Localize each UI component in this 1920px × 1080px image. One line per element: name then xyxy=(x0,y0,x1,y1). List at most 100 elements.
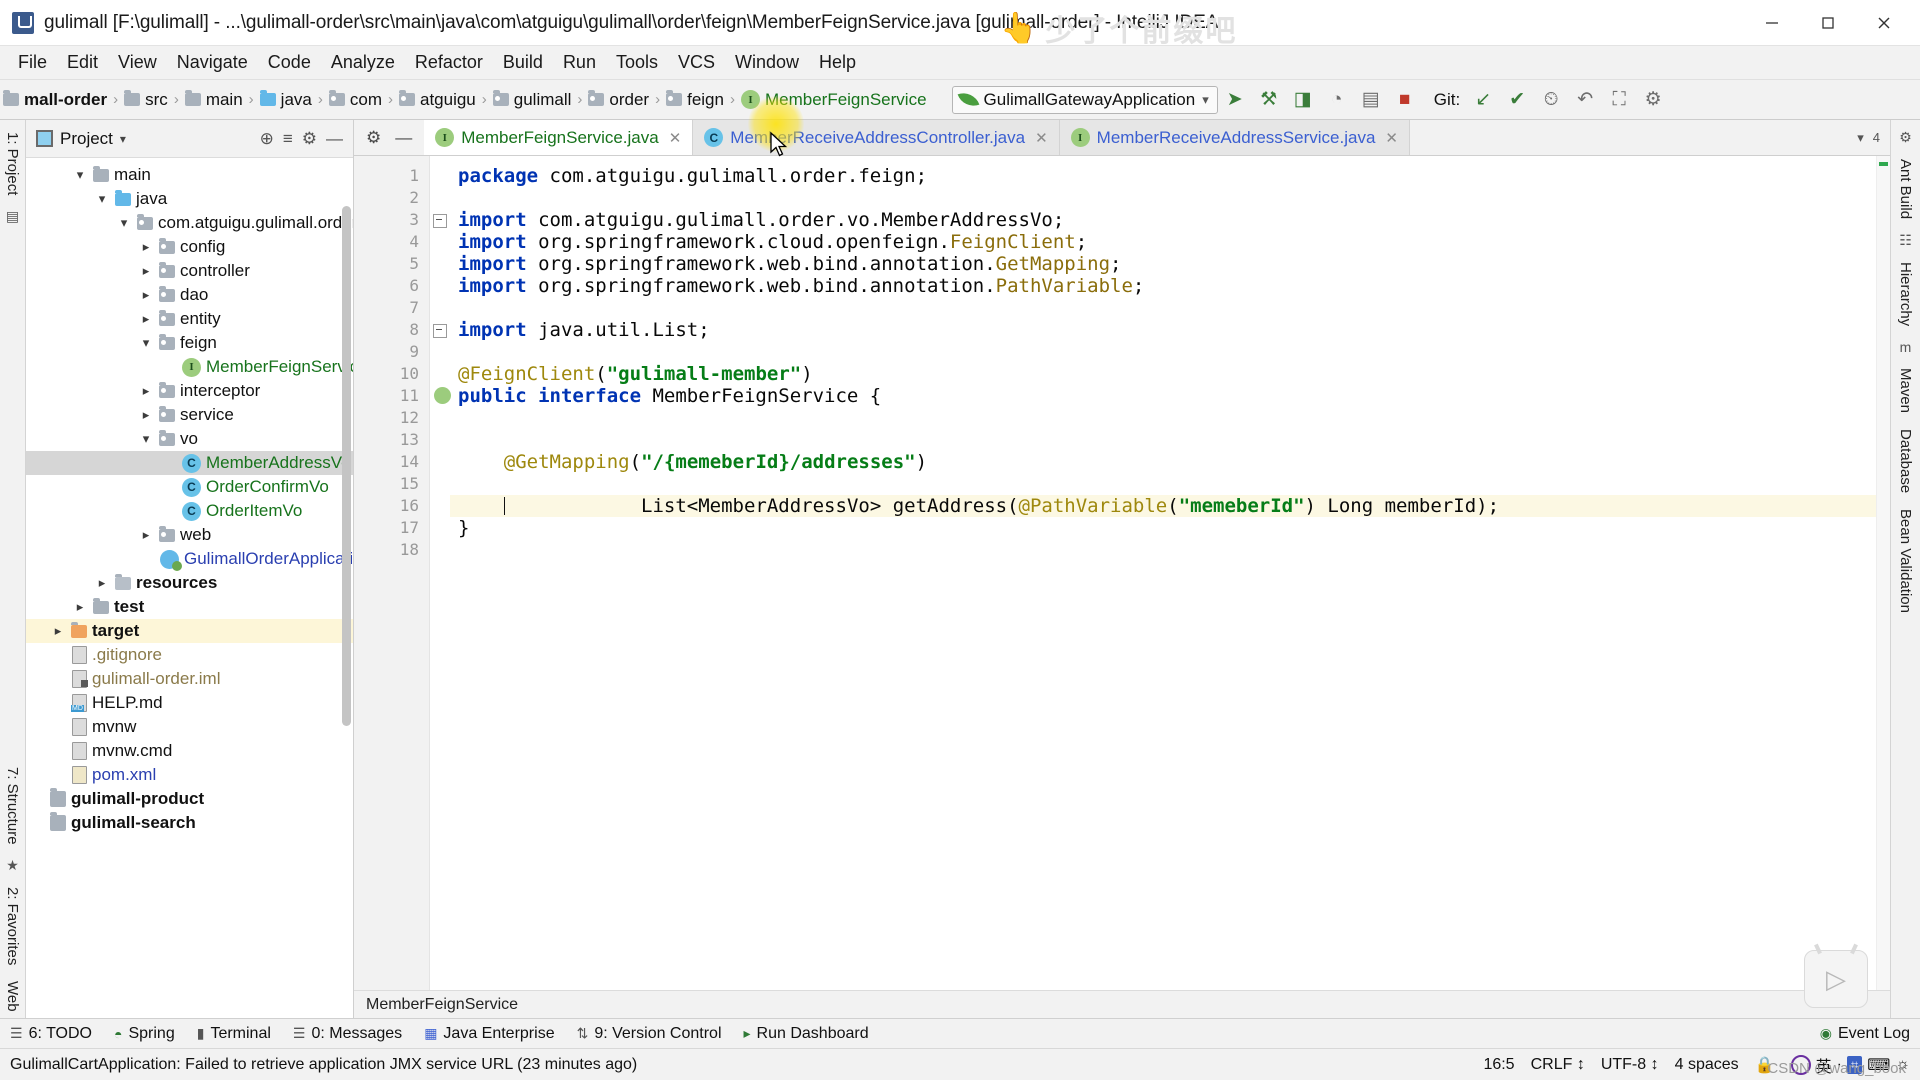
tree-node-entity[interactable]: entity xyxy=(26,307,353,331)
tree-node-interceptor[interactable]: interceptor xyxy=(26,379,353,403)
tree-node-feign[interactable]: feign xyxy=(26,331,353,355)
chevron-icon[interactable] xyxy=(138,527,154,543)
run-configuration-selector[interactable]: GulimallGatewayApplication ▾ xyxy=(951,85,1218,114)
rail-item-structure[interactable]: 7: Structure xyxy=(2,761,23,851)
interface-marker-icon[interactable] xyxy=(434,387,451,410)
rail-item-bean-validation[interactable]: Bean Validation xyxy=(1895,503,1916,619)
breadcrumb-item-class[interactable]: I MemberFeignService xyxy=(738,88,930,112)
history-button[interactable]: ⏲ xyxy=(1534,85,1568,115)
menu-file[interactable]: File xyxy=(8,49,57,76)
tree-node-mvnw[interactable]: mvnw xyxy=(26,715,353,739)
menu-window[interactable]: Window xyxy=(725,49,809,76)
tree-node-orderconfirmvo[interactable]: C OrderConfirmVo xyxy=(26,475,353,499)
status-message[interactable]: GulimallCartApplication: Failed to retri… xyxy=(10,1056,637,1074)
chevron-down-icon[interactable]: ▾ xyxy=(120,132,126,146)
tree-node-web[interactable]: web xyxy=(26,523,353,547)
search-everywhere-button[interactable]: ⛶ xyxy=(1602,85,1636,115)
menu-run[interactable]: Run xyxy=(553,49,606,76)
rollback-button[interactable]: ↶ xyxy=(1568,85,1602,115)
chevron-icon[interactable] xyxy=(94,191,110,207)
line-separator[interactable]: CRLF ↕ xyxy=(1531,1056,1585,1074)
breadcrumb-item-atguigu[interactable]: atguigu xyxy=(396,88,479,112)
chevron-icon[interactable] xyxy=(138,431,154,447)
commit-button[interactable]: ✔ xyxy=(1500,85,1534,115)
rail-item-hierarchy[interactable]: Hierarchy xyxy=(1895,256,1916,332)
tree-node-package-root[interactable]: com.atguigu.gulimall.order xyxy=(26,211,353,235)
project-tree-scrollbar[interactable] xyxy=(342,206,351,726)
caret-position[interactable]: 16:5 xyxy=(1483,1056,1514,1074)
breadcrumb-item-src[interactable]: src xyxy=(121,88,171,112)
tool-event-log[interactable]: ◉ Event Log xyxy=(1820,1025,1910,1043)
breadcrumb-item-order[interactable]: order xyxy=(585,88,652,112)
code-editor[interactable]: 1 2 3 4 5 6 7 8 9 10 11 12 13 14 15 16 1… xyxy=(354,156,1890,990)
settings-button[interactable]: ⚙ xyxy=(1636,85,1670,115)
rail-item-database[interactable]: Database xyxy=(1895,423,1916,499)
menu-view[interactable]: View xyxy=(108,49,167,76)
update-project-button[interactable]: ↙ xyxy=(1466,85,1500,115)
close-button[interactable] xyxy=(1856,1,1912,45)
menu-refactor[interactable]: Refactor xyxy=(405,49,493,76)
fold-region-imports[interactable] xyxy=(430,209,450,231)
chevron-down-icon[interactable]: ▾ xyxy=(1857,130,1864,146)
chevron-icon[interactable] xyxy=(72,167,88,183)
rail-item-maven[interactable]: Maven xyxy=(1895,362,1916,419)
close-icon[interactable]: ✕ xyxy=(669,129,682,147)
hide-editor-icon[interactable]: — xyxy=(395,128,412,148)
fold-region-list-import[interactable] xyxy=(430,319,450,341)
tree-node-config[interactable]: config xyxy=(26,235,353,259)
menu-tools[interactable]: Tools xyxy=(606,49,668,76)
menu-help[interactable]: Help xyxy=(809,49,866,76)
fold-gutter[interactable] xyxy=(430,156,450,990)
chevron-icon[interactable] xyxy=(138,335,154,351)
chevron-icon[interactable] xyxy=(138,383,154,399)
breadcrumb-item-gulimall[interactable]: gulimall xyxy=(490,88,575,112)
chevron-icon[interactable] xyxy=(138,287,154,303)
tree-node-vo[interactable]: vo xyxy=(26,427,353,451)
breadcrumb-item-feign[interactable]: feign xyxy=(663,88,727,112)
editor-tab-memberreceiveaddresscontroller[interactable]: C MemberReceiveAddressController.java ✕ xyxy=(693,120,1060,155)
tool-messages[interactable]: ☰ 0: Messages xyxy=(293,1025,402,1043)
rail-item-project[interactable]: 1: Project xyxy=(2,126,23,201)
rail-item-web[interactable]: Web xyxy=(2,975,23,1018)
breadcrumb-item-java[interactable]: java xyxy=(257,88,315,112)
menu-vcs[interactable]: VCS xyxy=(668,49,725,76)
tree-node-orderitemvo[interactable]: C OrderItemVo xyxy=(26,499,353,523)
tool-todo[interactable]: ☰ 6: TODO xyxy=(10,1025,92,1043)
chevron-icon[interactable] xyxy=(138,239,154,255)
breadcrumb-item-module[interactable]: mall-order xyxy=(0,88,110,112)
chevron-icon[interactable] xyxy=(116,215,132,231)
menu-analyze[interactable]: Analyze xyxy=(321,49,405,76)
tool-version-control[interactable]: ⇅ 9: Version Control xyxy=(577,1025,722,1043)
settings-gear-icon[interactable]: ⚙ xyxy=(366,128,381,148)
stop-button[interactable]: ■ xyxy=(1388,85,1422,115)
tree-node-gitignore[interactable]: .gitignore xyxy=(26,643,353,667)
rail-item-favorites[interactable]: 2: Favorites xyxy=(2,881,23,971)
editor-tab-memberfeignservice[interactable]: I MemberFeignService.java ✕ xyxy=(424,120,694,155)
tree-node-gulimallorderapplication[interactable]: GulimallOrderApplication xyxy=(26,547,353,571)
tree-node-iml[interactable]: gulimall-order.iml xyxy=(26,667,353,691)
select-opened-file-icon[interactable]: ⊕ xyxy=(260,129,274,149)
tree-node-gulimall-product[interactable]: gulimall-product xyxy=(26,787,353,811)
chevron-icon[interactable] xyxy=(138,311,154,327)
menu-navigate[interactable]: Navigate xyxy=(167,49,258,76)
close-icon[interactable]: ✕ xyxy=(1035,129,1048,147)
tree-node-target[interactable]: target xyxy=(26,619,353,643)
indent-setting[interactable]: 4 spaces xyxy=(1675,1056,1739,1074)
collapse-all-icon[interactable]: ≡ xyxy=(283,129,293,149)
code-text[interactable]: package com.atguigu.gulimall.order.feign… xyxy=(450,156,1876,990)
run-with-coverage-button[interactable]: ◨ xyxy=(1286,85,1320,115)
run-button[interactable]: ➤ xyxy=(1218,85,1252,115)
chevron-down-icon[interactable]: ▾ xyxy=(1202,92,1209,108)
menu-code[interactable]: Code xyxy=(258,49,321,76)
tree-node-test[interactable]: test xyxy=(26,595,353,619)
debug-button[interactable]: ⚒ xyxy=(1252,85,1286,115)
tree-node-dao[interactable]: dao xyxy=(26,283,353,307)
settings-gear-icon[interactable]: ⚙ xyxy=(302,129,317,149)
tree-node-java[interactable]: java xyxy=(26,187,353,211)
hide-panel-icon[interactable]: — xyxy=(326,129,343,149)
file-encoding[interactable]: UTF-8 ↕ xyxy=(1601,1056,1659,1074)
editor-tab-memberreceiveaddressservice[interactable]: I MemberReceiveAddressService.java ✕ xyxy=(1059,120,1410,155)
maximize-button[interactable] xyxy=(1800,1,1856,45)
tool-terminal[interactable]: ▮ Terminal xyxy=(197,1025,271,1043)
chevron-icon[interactable] xyxy=(94,575,110,591)
